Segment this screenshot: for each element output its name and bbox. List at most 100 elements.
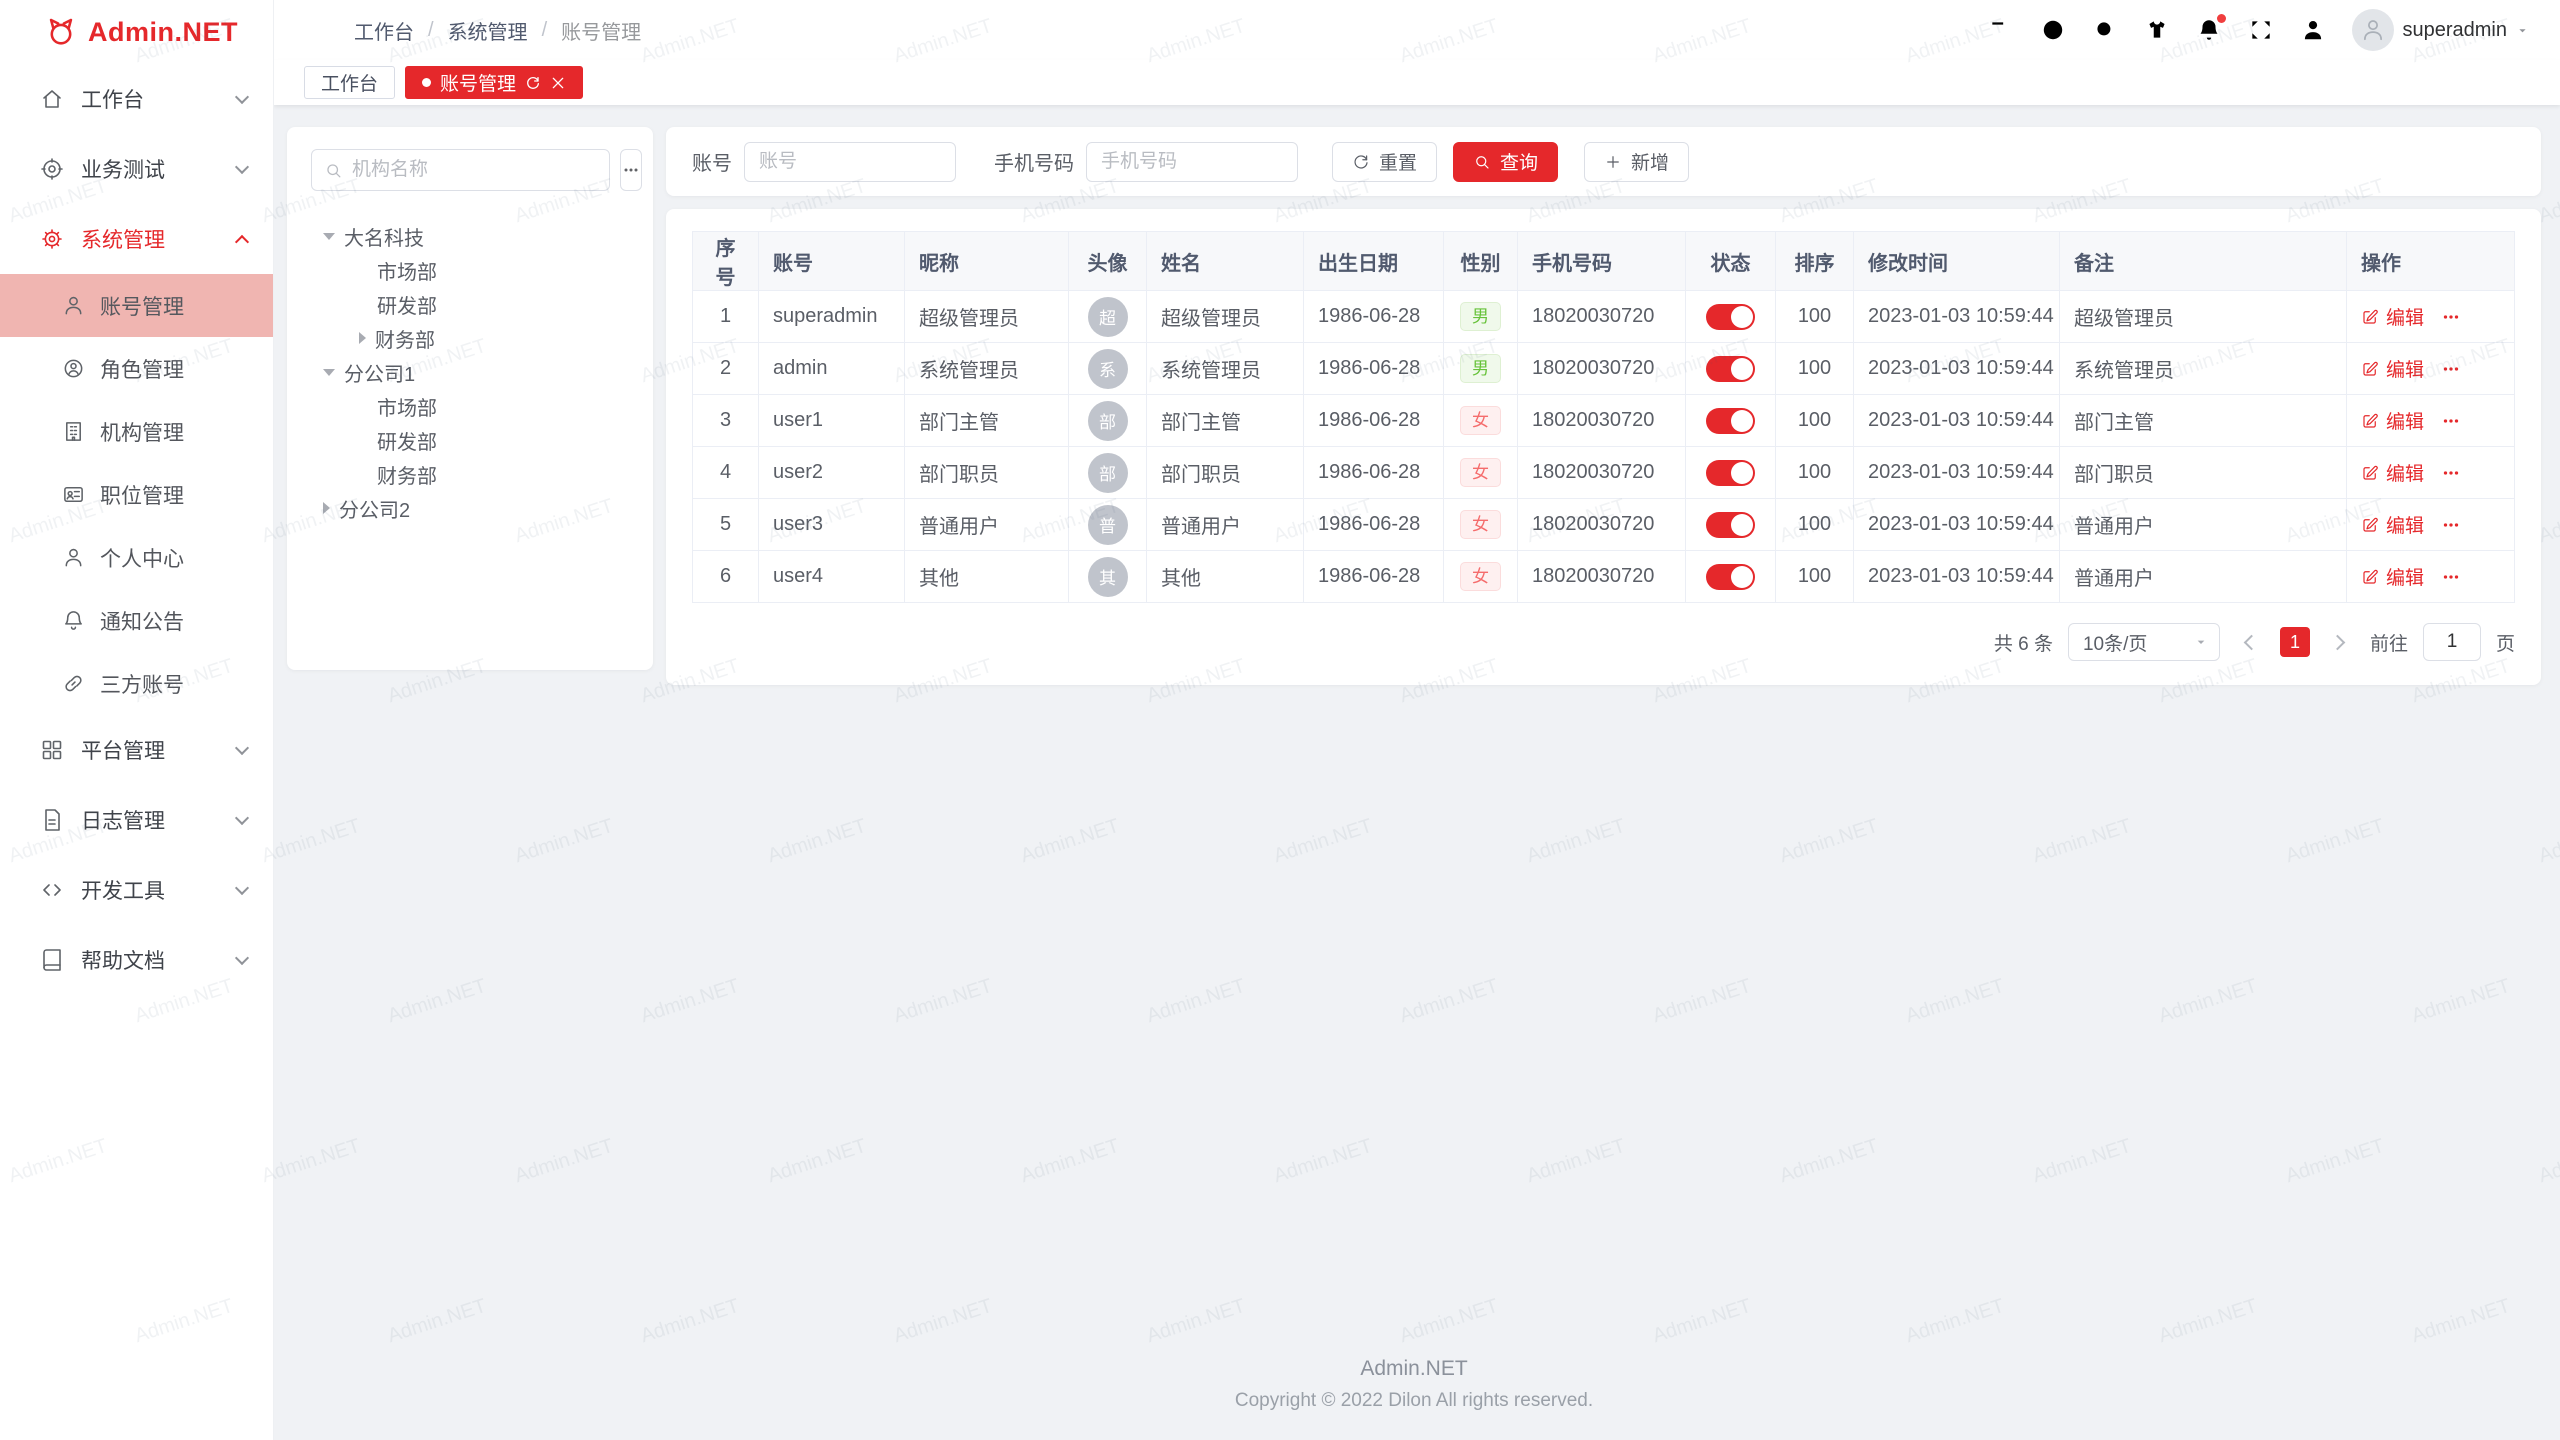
caret-right-icon[interactable] [359,332,366,344]
tree-node[interactable]: 财务部 [311,321,629,355]
pagination: 共 6 条 10条/页 1 前往 页 [692,623,2515,661]
caret-down-icon[interactable] [323,369,335,376]
fullscreen-icon[interactable] [2248,17,2274,43]
next-page-button[interactable] [2325,627,2355,657]
user-avatar [2352,9,2394,51]
sidebar-item-label: 个人中心 [100,543,184,573]
edit-button[interactable]: 编辑 [2361,303,2424,330]
sidebar-item-org-mgmt[interactable]: 机构管理 [0,400,273,463]
close-tab-icon[interactable] [550,75,566,91]
status-toggle[interactable] [1706,460,1755,486]
language-icon[interactable] [2040,17,2066,43]
prev-page-button[interactable] [2235,627,2265,657]
add-button[interactable]: 新增 [1584,142,1689,182]
tree-node[interactable]: 分公司2 [311,491,629,525]
font-size-icon[interactable] [1988,17,2014,43]
sidebar-item-label: 机构管理 [100,417,184,447]
page-number-1[interactable]: 1 [2280,627,2310,657]
tab-workbench[interactable]: 工作台 [304,66,395,99]
status-toggle[interactable] [1706,408,1755,434]
caret-right-icon[interactable] [323,502,330,514]
reset-button[interactable]: 重置 [1332,142,1437,182]
theme-icon[interactable] [2144,17,2170,43]
org-more-button[interactable] [620,149,642,191]
edit-button[interactable]: 编辑 [2361,459,2424,486]
tab-label: 账号管理 [440,69,516,96]
sidebar-item-dev-tools[interactable]: 开发工具 [0,855,273,925]
edit-button[interactable]: 编辑 [2361,407,2424,434]
sidebar-item-system-mgmt[interactable]: 系统管理 [0,204,273,274]
chevron-up-icon [235,235,249,249]
status-toggle[interactable] [1706,356,1755,382]
sidebar-item-workbench[interactable]: 工作台 [0,64,273,134]
row-more-button[interactable] [2440,462,2462,484]
cell-account: user1 [759,395,905,447]
sidebar-item-personal-center[interactable]: 个人中心 [0,526,273,589]
table-row: 6 user4 其他 其 其他 1986-06-28 女 18020030720 [693,551,2515,603]
edit-button[interactable]: 编辑 [2361,511,2424,538]
breadcrumb-item[interactable]: 工作台 [354,16,414,45]
org-search-input[interactable] [352,159,597,181]
link-icon [62,672,85,695]
sidebar-item-help-docs[interactable]: 帮助文档 [0,925,273,995]
col-status: 状态 [1686,232,1776,291]
chevron-down-icon [235,880,249,894]
sidebar-item-position-mgmt[interactable]: 职位管理 [0,463,273,526]
search-icon [1473,153,1491,171]
sidebar-item-platform-mgmt[interactable]: 平台管理 [0,715,273,785]
tree-node[interactable]: 研发部 [311,423,629,457]
table-header-row: 序号 账号 昵称 头像 姓名 出生日期 性别 手机号码 状态 排序 [693,232,2515,291]
edit-button[interactable]: 编辑 [2361,355,2424,382]
sidebar: Admin.NET 工作台 业务测试 系统管理 账号管理 [0,0,274,1440]
status-toggle[interactable] [1706,304,1755,330]
status-toggle[interactable] [1706,512,1755,538]
cell-phone: 18020030720 [1518,343,1686,395]
tree-node-label: 市场部 [377,256,437,285]
tree-node[interactable]: 分公司1 [311,355,629,389]
footer-title: Admin.NET [287,1357,2541,1381]
tree-node[interactable]: 市场部 [311,389,629,423]
page-size-value: 10条/页 [2083,629,2147,656]
page-size-select[interactable]: 10条/页 [2068,623,2220,661]
account-filter-input[interactable] [744,142,956,182]
table-row: 3 user1 部门主管 部 部门主管 1986-06-28 女 1802003… [693,395,2515,447]
goto-page-input[interactable] [2423,623,2481,661]
cell-modified-time: 2023-01-03 10:59:44 [1854,499,2060,551]
col-remark: 备注 [2060,232,2347,291]
search-button[interactable]: 查询 [1453,142,1558,182]
row-more-button[interactable] [2440,358,2462,380]
sidebar-item-third-party-account[interactable]: 三方账号 [0,652,273,715]
table-row: 4 user2 部门职员 部 部门职员 1986-06-28 女 1802003… [693,447,2515,499]
breadcrumb-separator [542,19,548,42]
cell-phone: 18020030720 [1518,499,1686,551]
row-more-button[interactable] [2440,410,2462,432]
status-toggle[interactable] [1706,564,1755,590]
sidebar-item-account-mgmt[interactable]: 账号管理 [0,274,273,337]
col-actions: 操作 [2347,232,2515,291]
tree-node[interactable]: 研发部 [311,287,629,321]
profile-icon[interactable] [2300,17,2326,43]
hamburger-menu-icon[interactable] [304,17,330,43]
notification-bell[interactable] [2196,17,2222,43]
refresh-tab-icon[interactable] [525,75,541,91]
row-more-button[interactable] [2440,514,2462,536]
tree-node-label: 大名科技 [344,222,424,251]
sidebar-item-log-mgmt[interactable]: 日志管理 [0,785,273,855]
phone-filter-input[interactable] [1086,142,1298,182]
sidebar-item-role-mgmt[interactable]: 角色管理 [0,337,273,400]
tab-account-mgmt[interactable]: 账号管理 [405,66,583,99]
logo[interactable]: Admin.NET [0,0,273,64]
breadcrumb-item[interactable]: 系统管理 [448,16,528,45]
user-dropdown[interactable]: superadmin [2352,9,2530,51]
cell-index: 1 [693,291,759,343]
row-more-button[interactable] [2440,566,2462,588]
sidebar-item-notice[interactable]: 通知公告 [0,589,273,652]
edit-button[interactable]: 编辑 [2361,563,2424,590]
tree-node[interactable]: 市场部 [311,253,629,287]
row-more-button[interactable] [2440,306,2462,328]
caret-down-icon[interactable] [323,233,335,240]
search-icon[interactable] [2092,17,2118,43]
sidebar-item-business-test[interactable]: 业务测试 [0,134,273,204]
tree-node[interactable]: 大名科技 [311,219,629,253]
tree-node[interactable]: 财务部 [311,457,629,491]
